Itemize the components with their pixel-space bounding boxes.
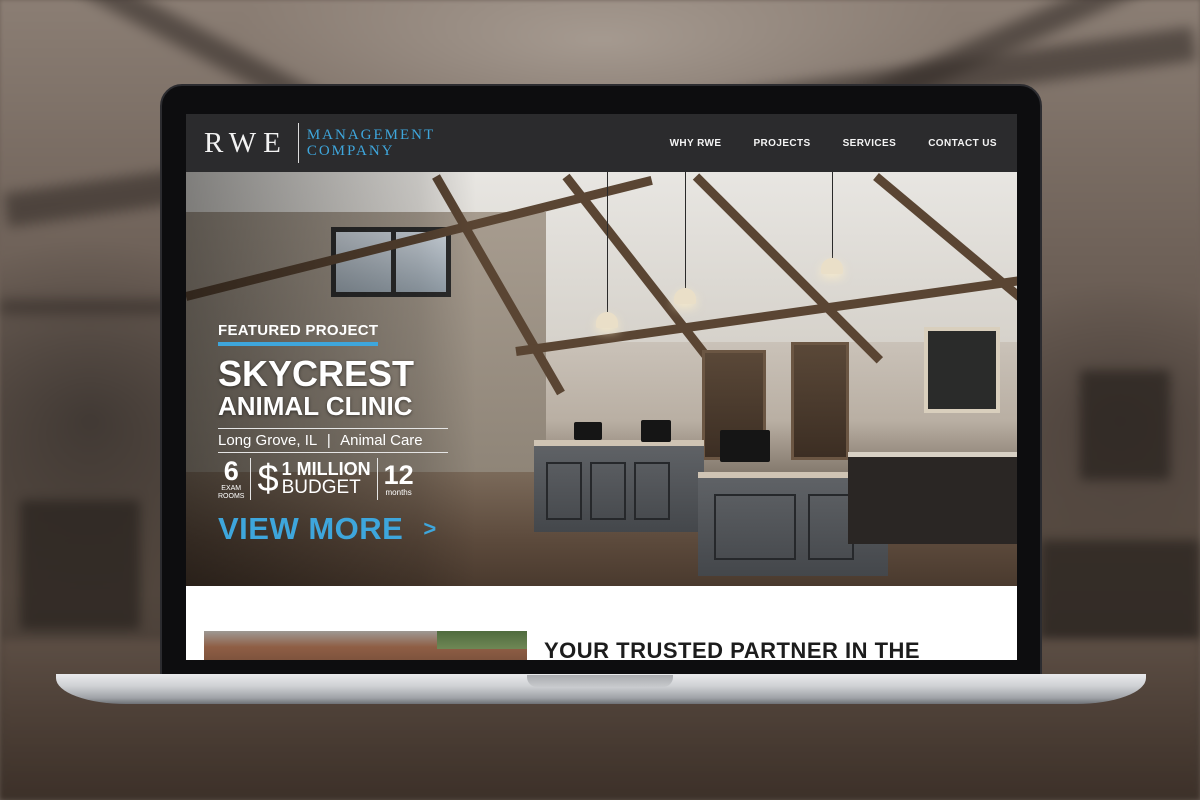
- featured-project: FEATURED PROJECT SKYCREST ANIMAL CLINIC …: [218, 322, 448, 547]
- logo-line-1: MANAGEMENT: [306, 127, 436, 143]
- project-stats: 6 EXAM ROOMS $ 1 MILLION BUDGET 12 month…: [218, 457, 448, 501]
- view-more-label: VIEW MORE: [218, 511, 404, 546]
- hero-banner: FEATURED PROJECT SKYCREST ANIMAL CLINIC …: [186, 172, 1017, 586]
- stat-rooms-value: 6: [223, 456, 239, 486]
- logo-mark: RWE: [204, 126, 288, 159]
- chevron-right-icon: >: [423, 516, 437, 541]
- laptop-notch: [527, 675, 673, 687]
- stat-divider: [250, 458, 252, 500]
- building-photo: [204, 631, 527, 660]
- stat-budget-amount: 1 MILLION: [281, 459, 371, 479]
- logo-line-2: COMPANY: [306, 143, 395, 159]
- stat-months-value: 12: [383, 460, 414, 490]
- nav-item-contact-us[interactable]: CONTACT US: [928, 138, 997, 149]
- project-location: Long Grove, IL: [218, 432, 317, 449]
- project-category: Animal Care: [340, 432, 423, 449]
- stat-rooms-unit-2: ROOMS: [218, 493, 245, 500]
- stat-rooms-unit-1: EXAM: [221, 485, 242, 492]
- main-nav: WHY RWE PROJECTS SERVICES CONTACT US: [670, 138, 997, 149]
- nav-item-projects[interactable]: PROJECTS: [753, 138, 810, 149]
- stat-budget-word: BUDGET: [281, 477, 361, 498]
- dollar-icon: $: [257, 458, 279, 500]
- logo-divider: [297, 123, 299, 163]
- logo-subtitle: MANAGEMENT COMPANY: [307, 127, 435, 159]
- about-section: YOUR TRUSTED PARTNER IN THE: [186, 586, 1017, 660]
- site-header: RWE MANAGEMENT COMPANY WHY RWE PROJECTS …: [186, 114, 1017, 172]
- about-heading: YOUR TRUSTED PARTNER IN THE: [544, 638, 921, 660]
- nav-item-why-rwe[interactable]: WHY RWE: [670, 138, 722, 149]
- site-logo[interactable]: RWE MANAGEMENT COMPANY: [204, 123, 435, 163]
- stat-exam-rooms: 6 EXAM ROOMS: [218, 457, 244, 501]
- project-meta: Long Grove, IL | Animal Care: [218, 428, 448, 453]
- stat-months-unit: months: [385, 488, 412, 497]
- laptop-screen: RWE MANAGEMENT COMPANY WHY RWE PROJECTS …: [186, 114, 1017, 660]
- stat-divider: [376, 458, 378, 500]
- project-subtitle: ANIMAL CLINIC: [218, 391, 413, 421]
- featured-label: FEATURED PROJECT: [218, 322, 379, 346]
- nav-item-services[interactable]: SERVICES: [843, 138, 897, 149]
- meta-separator: |: [326, 432, 331, 449]
- project-name: SKYCREST: [218, 353, 415, 394]
- view-more-link[interactable]: VIEW MORE >: [218, 511, 437, 547]
- stat-budget: $ 1 MILLION BUDGET: [257, 459, 370, 499]
- stat-months: 12 months: [384, 461, 414, 497]
